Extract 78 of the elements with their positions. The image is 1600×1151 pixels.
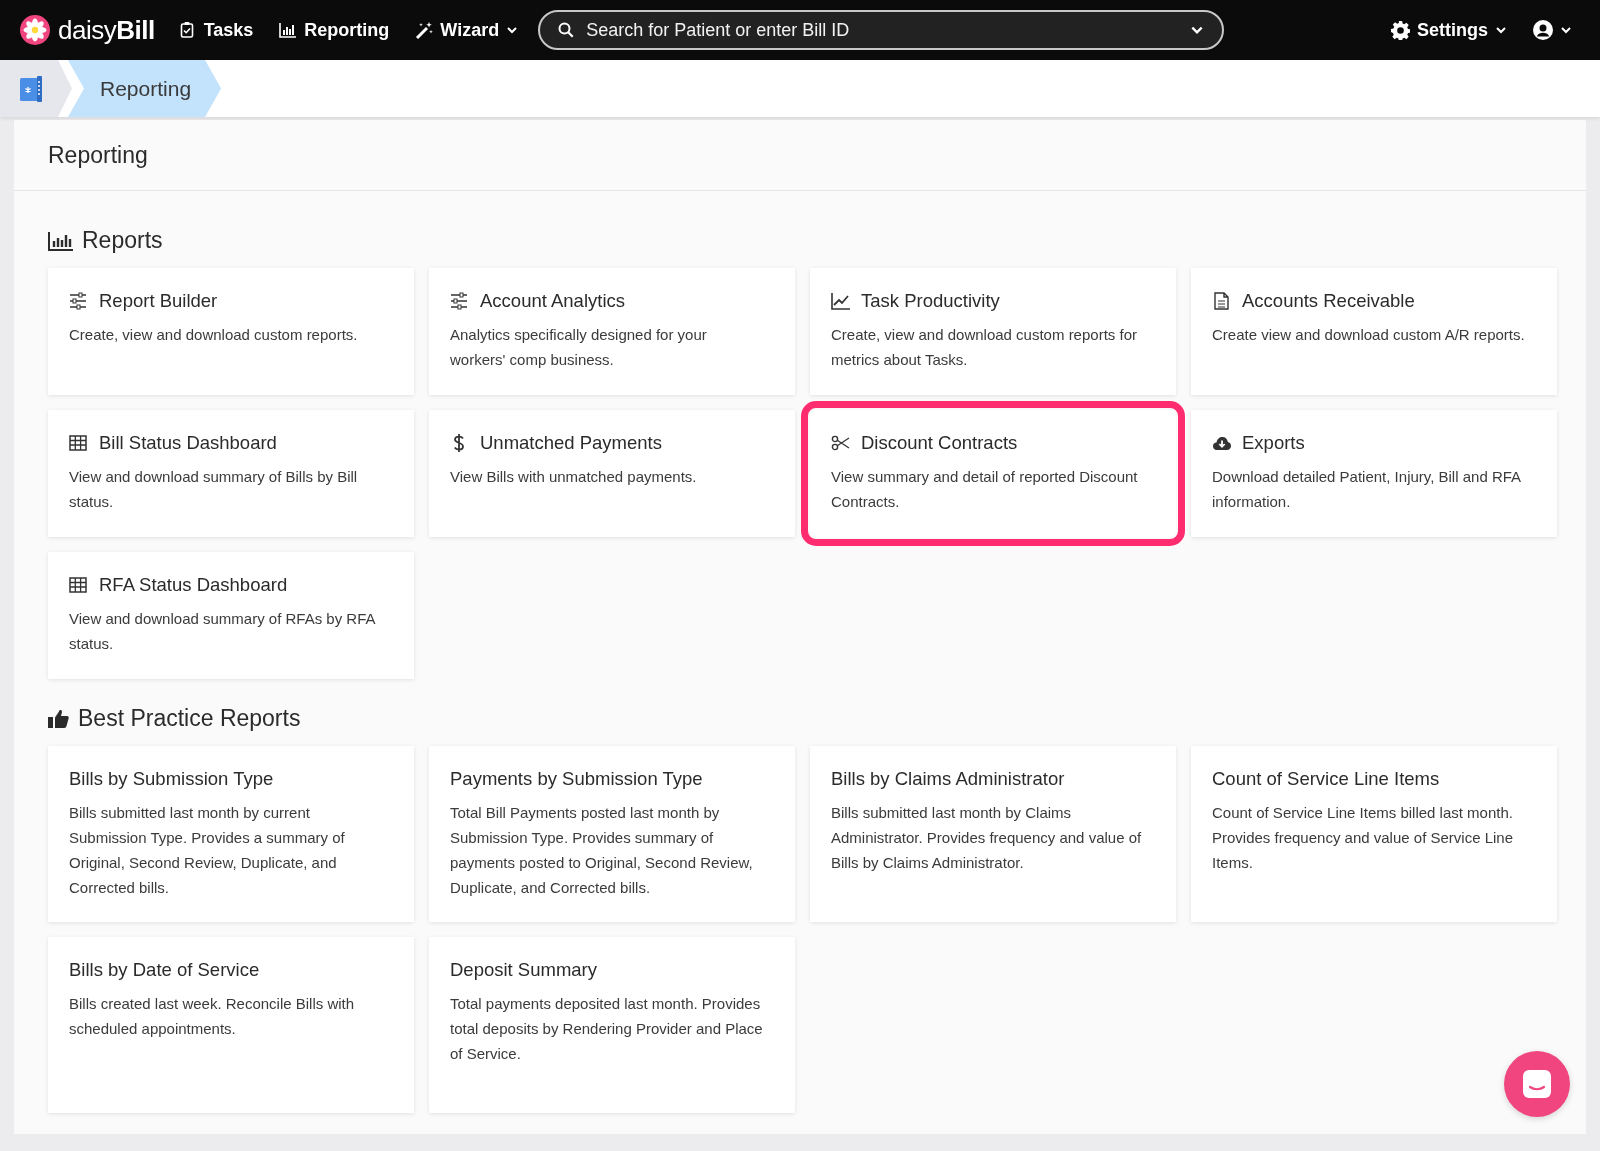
settings-menu[interactable]: Settings xyxy=(1391,19,1507,41)
scissors-icon xyxy=(831,434,850,452)
document-icon xyxy=(1212,292,1231,310)
nav-link[interactable]: Tasks xyxy=(178,19,254,41)
card-description: Total Bill Payments posted last month by Submission Type. Provides summary of payments posted to Original, Second Review, Duplicate, and Corrected bills. xyxy=(450,803,754,898)
search-field[interactable]: Search for Patient or enter Bill ID xyxy=(584,18,1181,42)
card-description: Download detailed Patient, Injury, Bill and RFA information. xyxy=(1212,467,1522,512)
card-title: Task Productivity xyxy=(861,290,1000,312)
card-title: Exports xyxy=(1242,432,1305,454)
report-card[interactable]: Payments by Submission Type Total Bill Payments posted last month by Submission Type. Provides summary of payments posted to Original, Second Review, Duplicate, and Corrected bills. xyxy=(429,746,795,922)
table-icon xyxy=(69,434,88,452)
card-description: Bills created last week. Reconcile Bills with scheduled appointments. xyxy=(69,994,356,1039)
card-title: Count of Service Line Items xyxy=(1212,768,1440,790)
card-description: Create, view and download custom reports. xyxy=(69,325,359,345)
card-title: Bill Status Dashboard xyxy=(99,432,277,454)
caret-icon xyxy=(1495,24,1507,36)
card-title: RFA Status Dashboard xyxy=(99,574,288,596)
bar-chart-icon xyxy=(48,229,74,252)
card-title: Discount Contracts xyxy=(861,432,1018,454)
report-card[interactable]: Bills by Date of Service Bills created last week. Reconcile Bills with scheduled appointments. xyxy=(48,937,414,1113)
card-description: Bills submitted last month by current Submission Type. Provides a summary of Original, Second Review, Duplicate, and Corrected bills. xyxy=(69,803,346,898)
breadcrumb-link[interactable]: Reporting xyxy=(68,60,222,117)
daisy-icon xyxy=(20,15,50,45)
report-card[interactable]: Deposit Summary Total payments deposited last month. Provides total deposits by Rendering Provider and Place of Service. xyxy=(429,937,795,1113)
brand-name: daisyBill xyxy=(58,14,155,46)
card-title: Report Builder xyxy=(99,290,218,312)
card-title: Bills by Claims Administrator xyxy=(831,768,1065,790)
magic-wand-icon xyxy=(415,21,434,39)
card-description: View Bills with unmatched payments. xyxy=(450,467,698,487)
card-description: Analytics specifically designed for your workers' comp business. xyxy=(450,325,708,370)
card-description: Create, view and download custom reports for metrics about Tasks. xyxy=(831,325,1138,370)
section-heading: Reports xyxy=(82,227,163,254)
report-card[interactable]: RFA Status Dashboard View and download summary of RFAs by RFA status. xyxy=(48,552,414,679)
page-title: Reporting xyxy=(48,141,148,169)
account-menu[interactable] xyxy=(1533,20,1572,40)
search-icon xyxy=(558,22,575,38)
card-description: Create view and download custom A/R reports. xyxy=(1212,325,1525,345)
settings-icon xyxy=(1391,20,1410,40)
card-description: Bills submitted last month by Claims Administrator. Provides frequency and value of Bills by Claims Administrator. xyxy=(831,803,1143,873)
card-title: Bills by Date of Service xyxy=(69,959,260,981)
chat-icon xyxy=(1521,1068,1553,1100)
report-card[interactable]: Bills by Submission Type Bills submitted last month by current Submission Type. Provides a summary of Original, Second Review, Duplicate, and Corrected bills. xyxy=(48,746,414,922)
card-description: View and download summary of Bills by Bill status. xyxy=(69,467,359,512)
section-heading: Best Practice Reports xyxy=(78,705,301,732)
home-crumb[interactable] xyxy=(0,60,72,117)
card-description: View summary and detail of reported Discount Contracts. xyxy=(831,467,1139,512)
card-title: Unmatched Payments xyxy=(480,432,662,454)
table-icon xyxy=(69,576,88,594)
report-card[interactable]: Exports Download detailed Patient, Injury, Bill and RFA information. xyxy=(1191,410,1557,537)
user-icon xyxy=(1533,20,1553,40)
report-card[interactable]: Report Builder Create, view and download custom reports. xyxy=(48,268,414,395)
card-title: Account Analytics xyxy=(480,290,625,312)
nav-link[interactable]: Reporting xyxy=(279,19,390,41)
report-card[interactable]: Accounts Receivable Create view and download custom A/R reports. xyxy=(1191,268,1557,395)
card-description: Count of Service Line Items billed last month. Provides frequency and value of Service Line Items. xyxy=(1212,803,1514,873)
line-chart-icon xyxy=(831,292,850,310)
sliders-icon xyxy=(450,292,469,310)
report-card[interactable]: Bills by Claims Administrator Bills submitted last month by Claims Administrator. Provides frequency and value of Bills by Claims Administrator. xyxy=(810,746,1176,922)
search-bar[interactable]: Search for Patient or enter Bill ID xyxy=(538,10,1225,50)
card-title: Deposit Summary xyxy=(450,959,597,981)
cloud-download-icon xyxy=(1212,434,1231,452)
card-title: Payments by Submission Type xyxy=(450,768,703,790)
card-title: Bills by Submission Type xyxy=(69,768,274,790)
binder-icon xyxy=(20,75,44,102)
report-card[interactable]: Unmatched Payments View Bills with unmatched payments. xyxy=(429,410,795,537)
thumbs-up-icon xyxy=(48,708,70,729)
report-card[interactable]: Bill Status Dashboard View and download summary of Bills by Bill status. xyxy=(48,410,414,537)
report-card[interactable]: Account Analytics Analytics specifically designed for your workers' comp business. xyxy=(429,268,795,395)
sliders-icon xyxy=(69,292,88,310)
card-description: View and download summary of RFAs by RFA status. xyxy=(69,609,377,654)
bar-chart-icon xyxy=(279,21,298,39)
report-card[interactable]: Task Productivity Create, view and download custom reports for metrics about Tasks. xyxy=(810,268,1176,395)
logo-link[interactable]: daisyBill xyxy=(20,14,155,46)
card-title: Accounts Receivable xyxy=(1242,290,1415,312)
caret-icon xyxy=(1560,24,1572,36)
report-card[interactable]: Count of Service Line Items Count of Service Line Items billed last month. Provides frequency and value of Service Line Items. xyxy=(1191,746,1557,922)
card-description: Total payments deposited last month. Provides total deposits by Rendering Provider and Place of Service. xyxy=(450,994,763,1064)
nav-link[interactable]: Wizard xyxy=(415,19,519,41)
